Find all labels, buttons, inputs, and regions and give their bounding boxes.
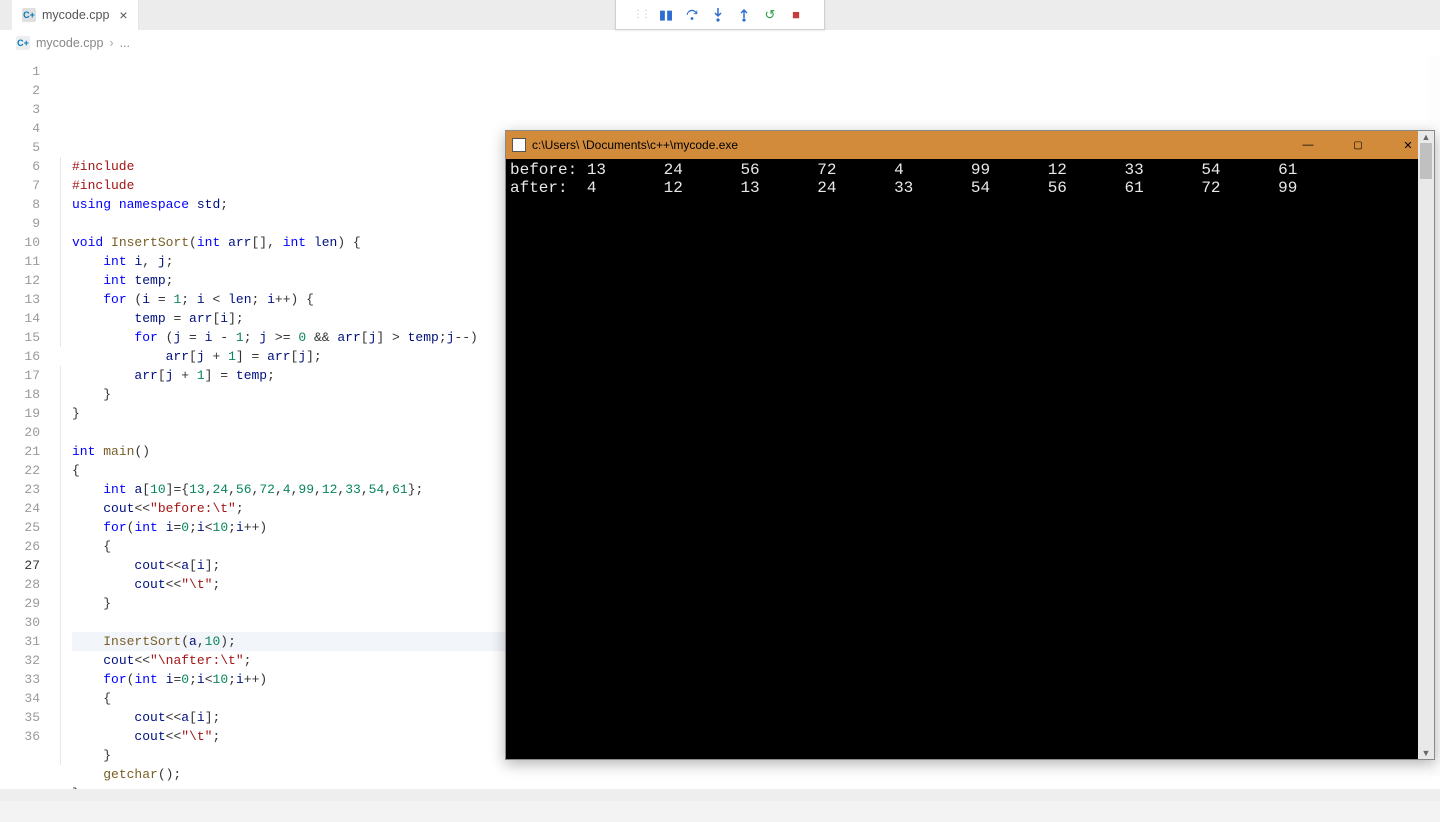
stop-button[interactable]: ■	[785, 4, 807, 26]
scroll-down-icon[interactable]: ▼	[1418, 747, 1434, 759]
drag-handle-icon[interactable]: ⋮⋮	[633, 9, 649, 20]
pause-button[interactable]: ▮▮	[655, 4, 677, 26]
step-over-button[interactable]	[681, 4, 703, 26]
console-title: c:\Users\ \Documents\c++\mycode.exe	[532, 138, 1280, 152]
console-output[interactable]: before: 13 24 56 72 4 99 12 33 54 61 aft…	[506, 159, 1434, 759]
scroll-thumb[interactable]	[1420, 143, 1432, 179]
step-into-button[interactable]	[707, 4, 729, 26]
line-gutter: 1234567891011121314151617181920212223242…	[0, 56, 52, 801]
console-window: c:\Users\ \Documents\c++\mycode.exe — ▢ …	[505, 130, 1435, 760]
breadcrumb-file[interactable]: mycode.cpp	[36, 36, 103, 50]
cpp-file-icon: C+	[16, 36, 30, 50]
chevron-right-icon: ›	[109, 36, 113, 50]
breadcrumb-more[interactable]: ...	[120, 36, 130, 50]
breadcrumb: C+ mycode.cpp › ...	[0, 30, 1440, 56]
debug-toolbar: ⋮⋮ ▮▮ ↺ ■	[615, 0, 825, 30]
cpp-file-icon: C+	[22, 8, 36, 22]
maximize-button[interactable]: ▢	[1336, 131, 1380, 159]
app-icon	[512, 138, 526, 152]
console-titlebar[interactable]: c:\Users\ \Documents\c++\mycode.exe — ▢ …	[506, 131, 1434, 159]
scroll-up-icon[interactable]: ▲	[1418, 131, 1434, 143]
close-icon[interactable]: ×	[119, 7, 127, 23]
minimize-button[interactable]: —	[1286, 131, 1330, 159]
tab-label: mycode.cpp	[42, 8, 109, 22]
step-out-button[interactable]	[733, 4, 755, 26]
status-bar	[0, 789, 1440, 801]
restart-button[interactable]: ↺	[759, 4, 781, 26]
tab-mycode[interactable]: C+ mycode.cpp ×	[12, 0, 139, 30]
console-scrollbar[interactable]: ▲ ▼	[1418, 131, 1434, 759]
